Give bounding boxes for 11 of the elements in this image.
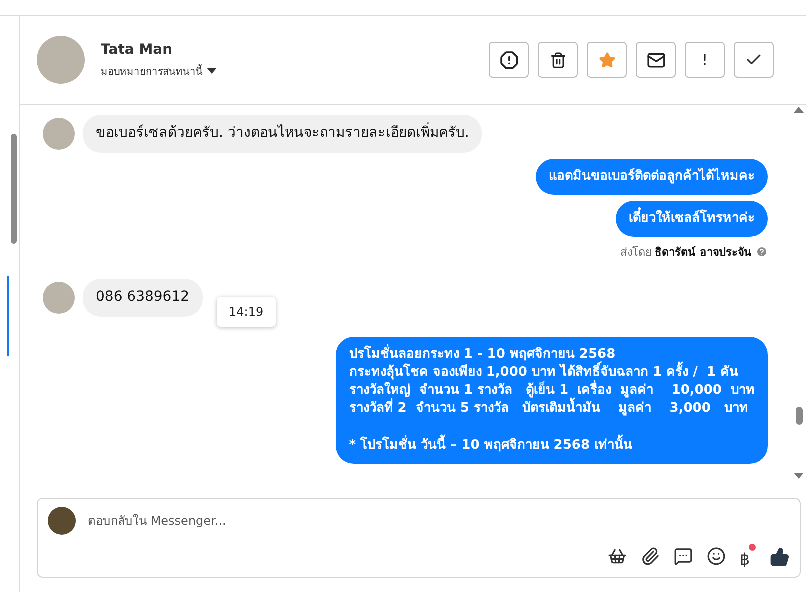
contact-name: Tata Man [101,42,174,58]
message-bubble: แอดมินขอเบอร์ติดต่อลูกค้าได้ไหมคะ [536,158,768,195]
alert-button[interactable]: ! [685,42,725,78]
payment-button[interactable]: ฿ [740,544,756,569]
message-bubble: ปรโมชั่นลอยกระทง 1 - 10 พฤศจิกายน 2568 กระทงลุ้นโชค จองเพียง 1,000 บาท ได้สิทธิ์จับฉลาก 1 ครั้ง / 1 คัน รางวัลใหญ่ จำนวน 1 รางวัล ตู้เย็น 1 เครื่อง มูลค่า 10,000 บาท รางวัลที่ 2 จำนวน 5 รางวัล บัตรเติมน้ำมัน มูลค่า 3,000 บาท * โปรโมชั่น วันนี้ – 10 พฤศจิกายน 2568 เท่านั้น [336,336,768,464]
timestamp-tooltip: 14:19 [217,296,276,327]
message-bubble: ขอเบอร์เซลด้วยครับ. ว่างตอนไหนจะถามรายละเอียดเพิ่มครับ. [83,115,482,153]
message-bubble: เดี๋ยวให้เซลล์โทรหาค่ะ [616,200,768,237]
sender-note: ส่งโดย ธิดารัตน์ อาจประจัน [620,244,752,261]
message-bubble: 086 6389612 [83,278,203,317]
assign-dropdown[interactable]: มอบหมายการสนทนานี้ [101,64,217,78]
